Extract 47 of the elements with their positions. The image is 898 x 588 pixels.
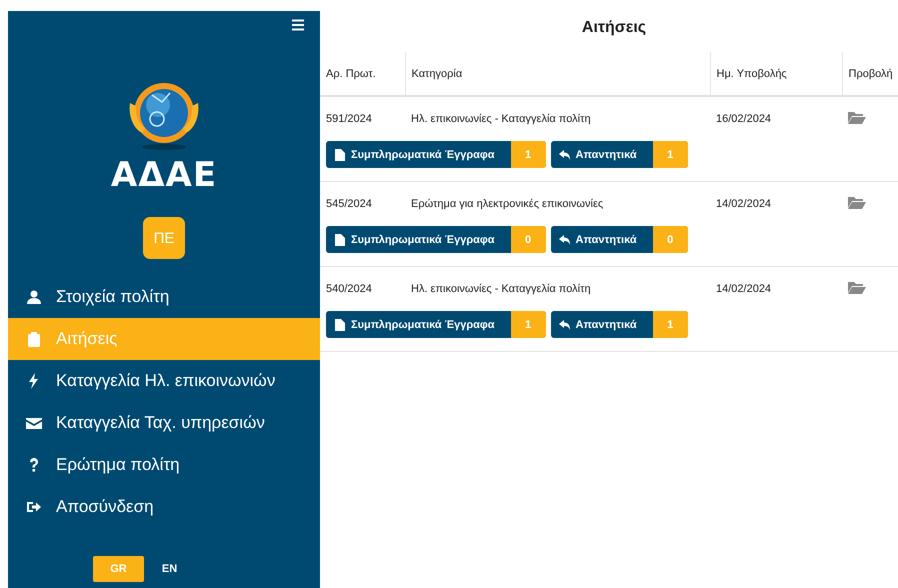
page-title: Αιτήσεις — [580, 19, 648, 38]
folder-icon[interactable] — [848, 111, 866, 124]
table-cell: 540/2024 — [326, 283, 372, 295]
documents-button[interactable]: Συμπληρωματικά Έγγραφα 1 — [326, 141, 546, 168]
column-header: Κατηγορία — [405, 52, 710, 96]
document-icon — [334, 234, 345, 246]
logo-text: ΑΔΑΕ — [110, 155, 218, 195]
table-cell: 16/02/2024 — [716, 113, 772, 125]
replies-button[interactable]: Απαντητικά 0 — [550, 226, 688, 253]
table-cell: 545/2024 — [326, 198, 372, 210]
folder-icon[interactable] — [848, 196, 866, 209]
document-icon — [334, 318, 345, 330]
column-header: Αρ. Πρωτ. — [320, 52, 405, 96]
nav-item[interactable]: Ερώτημα πολίτη — [8, 444, 320, 486]
nav-item[interactable]: Καταγγελία Ηλ. επικοινωνιών — [8, 360, 320, 402]
documents-button[interactable]: Συμπληρωματικά Έγγραφα 1 — [326, 311, 546, 338]
count-badge: 1 — [510, 141, 546, 168]
count-badge: 0 — [652, 226, 688, 253]
column-header: Προβολή — [842, 52, 898, 96]
count-badge: 1 — [510, 311, 546, 338]
folder-icon[interactable] — [848, 281, 866, 294]
clipboard-icon — [26, 331, 42, 347]
logout-icon — [26, 499, 42, 515]
reply-icon — [558, 318, 570, 330]
language-button[interactable]: EN — [144, 556, 195, 582]
menu-icon[interactable] — [292, 19, 304, 31]
nav-item[interactable]: Αποσύνδεση — [8, 486, 320, 528]
mail-icon — [26, 415, 42, 431]
reply-icon — [558, 148, 570, 160]
user-icon — [26, 289, 42, 305]
table-cell: Ηλ. επικοινωνίες - Καταγγελία πολίτη — [411, 283, 591, 295]
documents-button[interactable]: Συμπληρωματικά Έγγραφα 0 — [326, 226, 546, 253]
replies-button[interactable]: Απαντητικά 1 — [550, 141, 688, 168]
nav-item[interactable]: Καταγγελία Ταχ. υπηρεσιών — [8, 402, 320, 444]
count-badge: 1 — [652, 141, 688, 168]
table-cell: 591/2024 — [326, 113, 372, 125]
count-badge: 1 — [652, 311, 688, 338]
reply-icon — [558, 234, 570, 246]
document-icon — [334, 148, 345, 160]
count-badge: 0 — [510, 226, 546, 253]
table-cell: Ερώτημα για ηλεκτρονικές επικοινωνίες — [411, 198, 604, 210]
table-cell: 14/02/2024 — [716, 198, 772, 210]
table-cell: Ηλ. επικοινωνίες - Καταγγελία πολίτη — [411, 113, 591, 125]
table-cell: 14/02/2024 — [716, 283, 772, 295]
replies-button[interactable]: Απαντητικά 1 — [550, 311, 688, 338]
column-header: Ημ. Υποβολής — [710, 52, 842, 96]
nav-item[interactable]: Στοιχεία πολίτη — [8, 276, 320, 318]
